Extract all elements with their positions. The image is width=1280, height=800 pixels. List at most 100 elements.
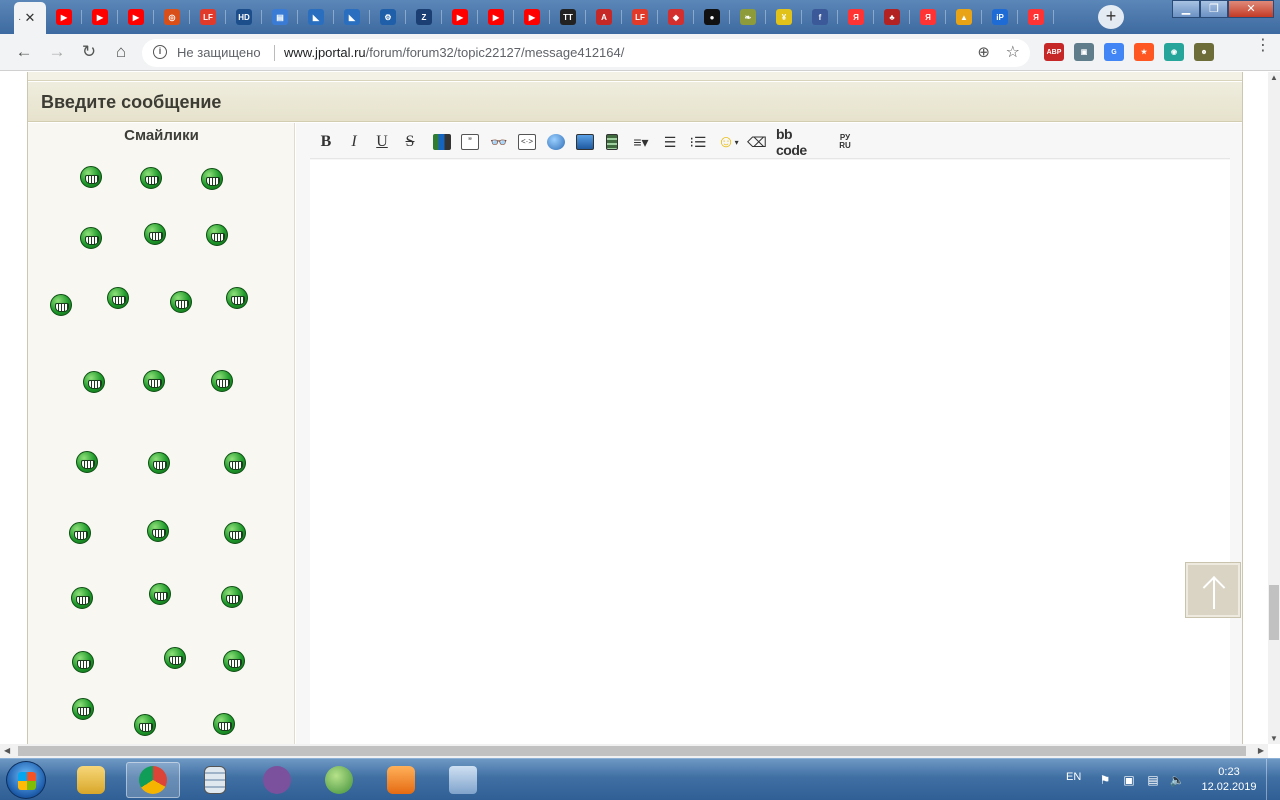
new-tab-button[interactable]: + xyxy=(1098,5,1124,29)
video-icon[interactable] xyxy=(602,132,622,152)
maximize-button[interactable]: ❐ xyxy=(1200,0,1228,18)
security-label[interactable]: Не защищено xyxy=(177,45,261,60)
browser-tab[interactable]: ◎ xyxy=(154,4,190,30)
network-icon[interactable]: ▤ xyxy=(1145,772,1161,788)
bbcode-button[interactable]: bb code xyxy=(776,126,826,158)
smiley-grin-icon[interactable] xyxy=(148,452,170,474)
browser-tab[interactable]: ❧ xyxy=(730,4,766,30)
start-button[interactable] xyxy=(6,761,46,799)
italic-button[interactable]: I xyxy=(346,132,362,152)
smiley-grin-icon[interactable] xyxy=(224,522,246,544)
browser-tab[interactable]: ◣ xyxy=(298,4,334,30)
info-icon[interactable]: i xyxy=(153,45,167,59)
smiley-grin-icon[interactable] xyxy=(143,370,165,392)
bold-button[interactable]: B xyxy=(318,132,334,152)
scroll-up-icon[interactable]: ▲ xyxy=(1270,73,1278,82)
smiley-grin-icon[interactable] xyxy=(226,287,248,309)
box-extension-icon[interactable]: ◉ xyxy=(1164,43,1184,61)
close-window-button[interactable]: ✕ xyxy=(1228,0,1274,18)
translit-button[interactable]: РУ RU xyxy=(836,132,854,152)
security-icon[interactable]: ▣ xyxy=(1121,772,1137,788)
browser-tab[interactable]: LF xyxy=(622,4,658,30)
vertical-scroll-thumb[interactable] xyxy=(1269,585,1279,640)
font-icon[interactable] xyxy=(430,132,454,152)
code-icon[interactable]: <·> xyxy=(517,132,537,152)
home-icon[interactable]: ⌂ xyxy=(110,42,132,64)
browser-tab[interactable]: ▤ xyxy=(262,4,298,30)
shield-extension-icon[interactable]: ★ xyxy=(1134,43,1154,61)
browser-tab[interactable]: ◆ xyxy=(658,4,694,30)
scroll-to-top-button[interactable] xyxy=(1186,563,1240,617)
image-icon[interactable] xyxy=(574,132,596,152)
reload-icon[interactable]: ↻ xyxy=(78,42,100,64)
taskbar-explorer[interactable] xyxy=(64,762,118,798)
scroll-left-icon[interactable]: ◀ xyxy=(4,746,10,755)
browser-tab[interactable]: ▶ xyxy=(82,4,118,30)
unordered-list-icon[interactable]: ⁝☰ xyxy=(688,132,708,152)
browser-tab[interactable]: ⚙ xyxy=(370,4,406,30)
smiley-grin-icon[interactable] xyxy=(213,713,235,735)
smiley-grin-icon[interactable] xyxy=(170,291,192,313)
smiley-grin-icon[interactable] xyxy=(134,714,156,736)
ordered-list-icon[interactable]: ☰ xyxy=(660,132,680,152)
horizontal-scrollbar[interactable]: ◀ ▶ xyxy=(0,744,1268,758)
link-globe-icon[interactable] xyxy=(545,132,567,152)
browser-tab[interactable]: iP xyxy=(982,4,1018,30)
browser-tab[interactable]: HD xyxy=(226,4,262,30)
action-center-flag-icon[interactable]: ⚑ xyxy=(1097,772,1113,788)
vertical-scrollbar[interactable]: ▲ ▼ xyxy=(1268,72,1280,744)
smiley-grin-icon[interactable] xyxy=(76,451,98,473)
scroll-right-icon[interactable]: ▶ xyxy=(1258,746,1264,755)
minimize-button[interactable]: ▁ xyxy=(1172,0,1200,18)
taskbar-globe[interactable] xyxy=(312,762,366,798)
browser-tab[interactable]: LF xyxy=(190,4,226,30)
smiley-picker-icon[interactable]: ☺ ▾ xyxy=(714,132,742,152)
url-text[interactable]: www.jportal.ru/forum/forum32/topic22127/… xyxy=(284,45,624,60)
abp-extension-icon[interactable]: ABP xyxy=(1044,43,1064,61)
smiley-grin-icon[interactable] xyxy=(221,586,243,608)
smiley-grin-icon[interactable] xyxy=(223,650,245,672)
browser-tab[interactable]: ♣ xyxy=(874,4,910,30)
browser-tab[interactable]: Я xyxy=(1018,4,1054,30)
smiley-grin-icon[interactable] xyxy=(211,370,233,392)
message-textarea[interactable] xyxy=(310,160,1230,744)
menu-icon[interactable]: ⋮ xyxy=(1255,38,1271,54)
smiley-grin-icon[interactable] xyxy=(201,168,223,190)
smiley-grin-icon[interactable] xyxy=(72,651,94,673)
smiley-grin-icon[interactable] xyxy=(72,698,94,720)
browser-tab[interactable]: ▶ xyxy=(442,4,478,30)
smiley-grin-icon[interactable] xyxy=(144,223,166,245)
volume-icon[interactable]: 🔈 xyxy=(1169,772,1185,788)
browser-tab[interactable]: A xyxy=(586,4,622,30)
taskbar-media[interactable] xyxy=(374,762,428,798)
tab-close-icon[interactable]: ✕ xyxy=(25,10,36,26)
browser-tab[interactable]: ¥ xyxy=(766,4,802,30)
browser-tab[interactable]: Z xyxy=(406,4,442,30)
back-icon[interactable]: ← xyxy=(13,42,35,64)
taskbar-calculator[interactable] xyxy=(188,762,242,798)
browser-tab[interactable]: f xyxy=(802,4,838,30)
address-bar[interactable]: i Не защищено www.jportal.ru/forum/forum… xyxy=(142,39,1030,67)
avatar-extension-icon[interactable]: ☻ xyxy=(1194,43,1214,61)
browser-tab[interactable]: ▶ xyxy=(46,4,82,30)
strike-button[interactable]: S xyxy=(402,132,418,152)
smiley-grin-icon[interactable] xyxy=(50,294,72,316)
monitor-extension-icon[interactable]: ▣ xyxy=(1074,43,1094,61)
bookmark-star-icon[interactable]: ☆ xyxy=(1006,42,1020,62)
smiley-grin-icon[interactable] xyxy=(80,166,102,188)
underline-button[interactable]: U xyxy=(374,132,390,152)
smiley-grin-icon[interactable] xyxy=(224,452,246,474)
smiley-grin-icon[interactable] xyxy=(69,522,91,544)
align-icon[interactable]: ≡▾ xyxy=(628,132,654,152)
browser-tab[interactable]: ▶ xyxy=(118,4,154,30)
spoiler-glasses-icon[interactable]: 👓 xyxy=(487,132,511,152)
browser-tab[interactable]: ▶ xyxy=(478,4,514,30)
forward-icon[interactable]: → xyxy=(46,42,68,64)
smiley-grin-icon[interactable] xyxy=(71,587,93,609)
smiley-grin-icon[interactable] xyxy=(149,583,171,605)
browser-tab[interactable]: Я xyxy=(838,4,874,30)
smiley-grin-icon[interactable] xyxy=(83,371,105,393)
browser-tab[interactable]: ▲ xyxy=(946,4,982,30)
active-tab[interactable]: · ✕ xyxy=(14,2,46,34)
smiley-grin-icon[interactable] xyxy=(107,287,129,309)
